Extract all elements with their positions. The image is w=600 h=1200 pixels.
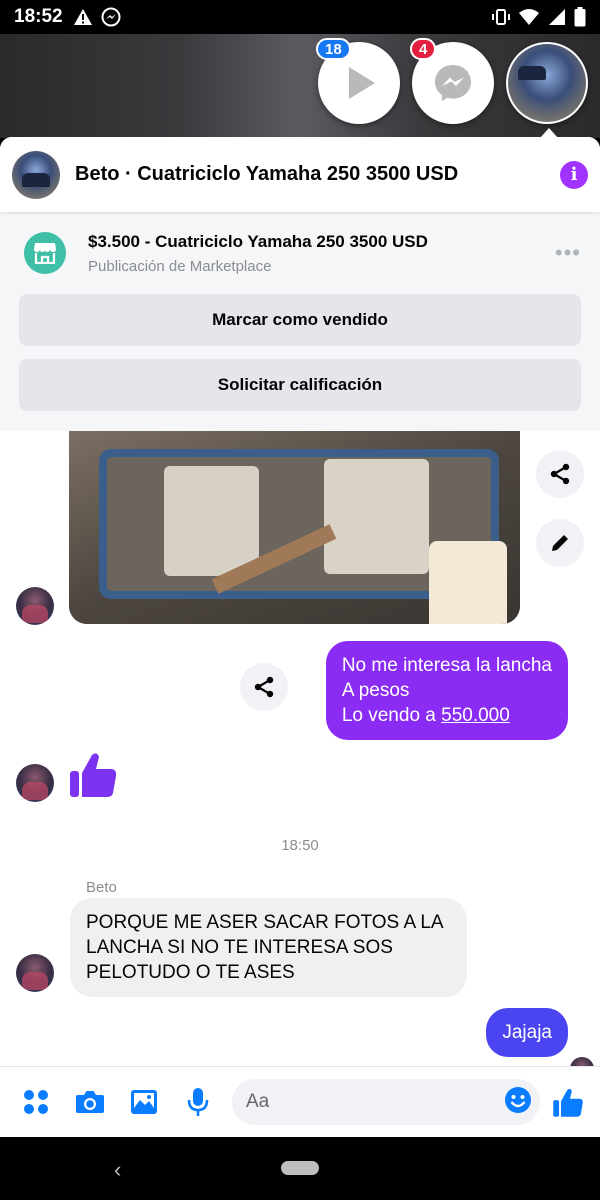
sender-avatar[interactable]: [16, 764, 54, 802]
menu-dots-icon[interactable]: [16, 1082, 56, 1122]
timestamp: 18:50: [281, 837, 319, 854]
listing-summary[interactable]: $3.500 - Cuatriciclo Yamaha 250 3500 USD…: [19, 212, 581, 294]
messenger-icon: [101, 7, 121, 27]
thumbs-up-icon[interactable]: [552, 1086, 584, 1118]
info-icon[interactable]: i: [560, 160, 588, 189]
notification-badge: 18: [316, 38, 351, 60]
incoming-message[interactable]: PORQUE ME ASER SACAR FOTOS A LA LANCHA S…: [70, 898, 467, 997]
mark-sold-button[interactable]: Marcar como vendido: [19, 294, 581, 346]
messenger-chathead[interactable]: 4: [410, 38, 494, 124]
gallery-icon[interactable]: [124, 1082, 164, 1122]
listing-title: $3.500 - Cuatriciclo Yamaha 250 3500 USD: [88, 231, 428, 251]
thumbs-up-icon: [68, 749, 118, 804]
conversation-header: Beto · Cuatriciclo Yamaha 250 3500 USD i: [0, 137, 600, 212]
edit-button[interactable]: [536, 519, 584, 567]
camera-icon[interactable]: [70, 1082, 110, 1122]
more-options-icon[interactable]: •••: [555, 240, 581, 266]
wifi-icon: [519, 9, 539, 25]
sender-avatar[interactable]: [16, 587, 54, 625]
sender-name: Beto: [86, 879, 117, 896]
status-bar: 18:52: [0, 0, 600, 34]
back-icon[interactable]: ‹: [114, 1157, 121, 1183]
microphone-icon[interactable]: [178, 1082, 218, 1122]
phone-number-link[interactable]: 550.000: [441, 705, 510, 726]
message-composer: Aa: [0, 1066, 600, 1137]
outgoing-message[interactable]: Jajaja: [486, 1008, 568, 1057]
messenger-icon: [435, 65, 471, 101]
share-icon: [550, 463, 570, 485]
signal-icon: [549, 9, 565, 25]
video-chathead[interactable]: 18: [316, 38, 400, 124]
conversation-title[interactable]: Beto · Cuatriciclo Yamaha 250 3500 USD: [75, 163, 560, 186]
emoji-icon[interactable]: [504, 1086, 532, 1119]
share-button[interactable]: [240, 663, 288, 711]
listing-subtitle: Publicación de Marketplace: [88, 257, 272, 275]
share-button[interactable]: [536, 450, 584, 498]
contact-avatar[interactable]: [12, 150, 60, 199]
marketplace-shop-icon: [24, 232, 66, 274]
share-icon: [254, 676, 274, 698]
notification-badge: 4: [410, 38, 437, 60]
pencil-icon: [552, 535, 568, 551]
message-input[interactable]: Aa: [232, 1079, 540, 1125]
atv-avatar: [508, 44, 586, 122]
play-icon: [349, 67, 375, 99]
marketplace-listing: $3.500 - Cuatriciclo Yamaha 250 3500 USD…: [0, 212, 600, 431]
atv-chathead[interactable]: [506, 42, 588, 124]
status-time: 18:52: [14, 6, 63, 27]
conversation-panel: Beto · Cuatriciclo Yamaha 250 3500 USD i…: [0, 137, 600, 1137]
sender-avatar[interactable]: [16, 954, 54, 992]
outgoing-message[interactable]: No me interesa la lancha A pesos Lo vend…: [325, 641, 568, 740]
warning-icon: [73, 9, 92, 25]
home-pill[interactable]: [281, 1161, 319, 1175]
boat-photo[interactable]: [69, 431, 520, 624]
battery-icon: [574, 7, 586, 27]
message-list[interactable]: No me interesa la lancha A pesos Lo vend…: [0, 431, 600, 1081]
system-nav-bar: ‹: [0, 1137, 600, 1200]
request-rating-button[interactable]: Solicitar calificación: [19, 359, 581, 411]
vibrate-icon: [492, 9, 510, 25]
